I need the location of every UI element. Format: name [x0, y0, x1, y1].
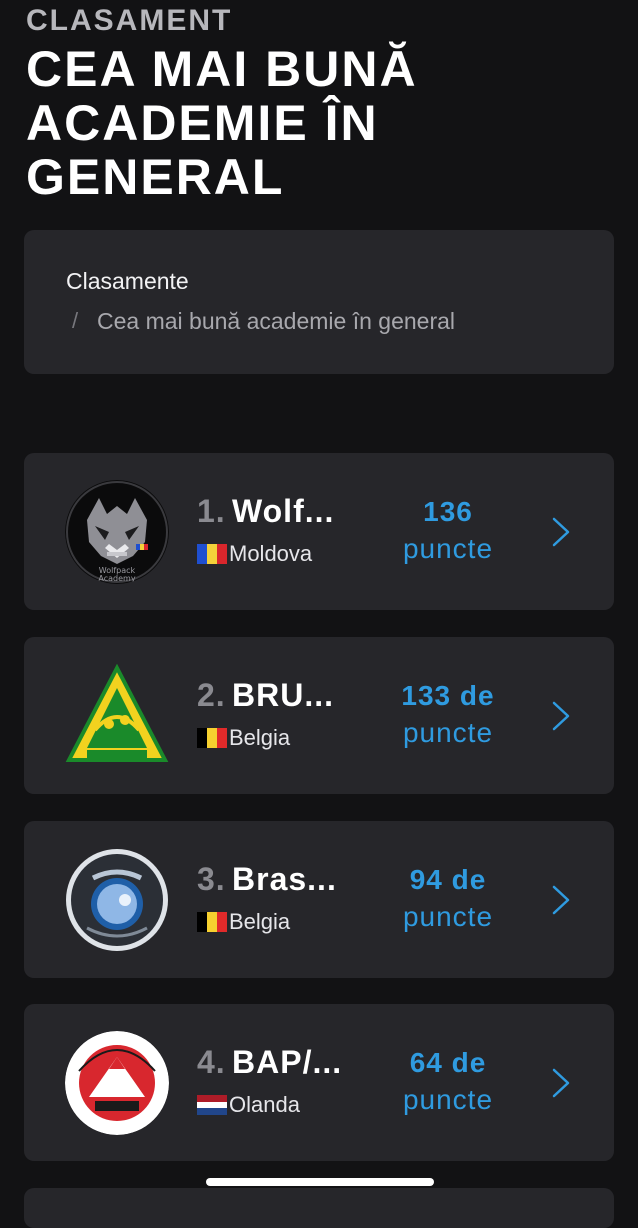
- points: 94 de puncte: [379, 861, 517, 935]
- rank-number: 3.: [197, 861, 226, 897]
- country-name: Belgia: [229, 909, 291, 934]
- breadcrumb-separator: /: [72, 308, 79, 333]
- points-unit: puncte: [402, 717, 494, 748]
- belgium-flag-icon: [197, 912, 227, 932]
- ranking-row-1[interactable]: Wolfpack Academy 1. Wolf... Moldova 136 …: [24, 453, 614, 610]
- country: Moldova: [197, 541, 312, 567]
- home-indicator[interactable]: [206, 1178, 434, 1186]
- netherlands-flag-icon: [197, 1095, 227, 1116]
- chevron-right-icon[interactable]: [550, 1066, 572, 1100]
- academy-name: Wolf...: [232, 493, 335, 529]
- page-eyebrow: CLASAMENT: [26, 4, 233, 37]
- chevron-right-icon[interactable]: [550, 883, 572, 917]
- points: 133 de puncte: [379, 677, 517, 751]
- points-value: 94 de: [409, 864, 487, 895]
- country-name: Belgia: [229, 725, 291, 750]
- breadcrumb-link-clasamente[interactable]: Clasamente: [66, 268, 189, 295]
- brasa-logo: [65, 848, 169, 952]
- country: Belgia: [197, 909, 290, 935]
- rank-number: 4.: [197, 1044, 226, 1080]
- ranking-row-2[interactable]: 2. BRU... Belgia 133 de puncte: [24, 637, 614, 794]
- breadcrumb-current: Cea mai bună academie în general: [97, 308, 456, 334]
- points-value: 133 de: [401, 680, 495, 711]
- ranking-row-5-partial[interactable]: [24, 1188, 614, 1228]
- country: Belgia: [197, 725, 290, 751]
- points: 136 puncte: [379, 493, 517, 567]
- ranking-row-3[interactable]: 3. Bras... Belgia 94 de puncte: [24, 821, 614, 978]
- page-title: CEA MAI BUNĂ ACADEMIE ÎN GENERAL: [26, 41, 418, 205]
- moldova-flag-icon: [197, 544, 227, 564]
- points-value: 136: [423, 496, 473, 527]
- chevron-right-icon[interactable]: [550, 699, 572, 733]
- chevron-right-icon[interactable]: [550, 515, 572, 549]
- wolfpack-academy-logo: Wolfpack Academy: [65, 480, 169, 584]
- academy-name: BRU...: [232, 677, 334, 713]
- belgium-flag-icon: [197, 728, 227, 748]
- academy-name: BAP/...: [232, 1044, 343, 1080]
- points-unit: puncte: [402, 1084, 494, 1115]
- ranking-row-4[interactable]: 4. BAP/... Olanda 64 de puncte: [24, 1004, 614, 1161]
- budo-academy-physical-logo: [65, 1031, 169, 1135]
- brazilian-jiu-jitsu-logo: [65, 663, 169, 768]
- svg-text:Academy: Academy: [98, 574, 135, 583]
- points: 64 de puncte: [379, 1044, 517, 1118]
- country-name: Moldova: [229, 541, 313, 566]
- country: Olanda: [197, 1092, 300, 1118]
- rank-number: 2.: [197, 677, 226, 713]
- rank-number: 1.: [197, 493, 226, 529]
- country-name: Olanda: [229, 1092, 300, 1117]
- breadcrumb: Clasamente / Cea mai bună academie în ge…: [24, 230, 614, 374]
- points-unit: puncte: [402, 533, 494, 564]
- academy-name: Bras...: [232, 861, 337, 897]
- points-unit: puncte: [402, 901, 494, 932]
- points-value: 64 de: [409, 1047, 487, 1078]
